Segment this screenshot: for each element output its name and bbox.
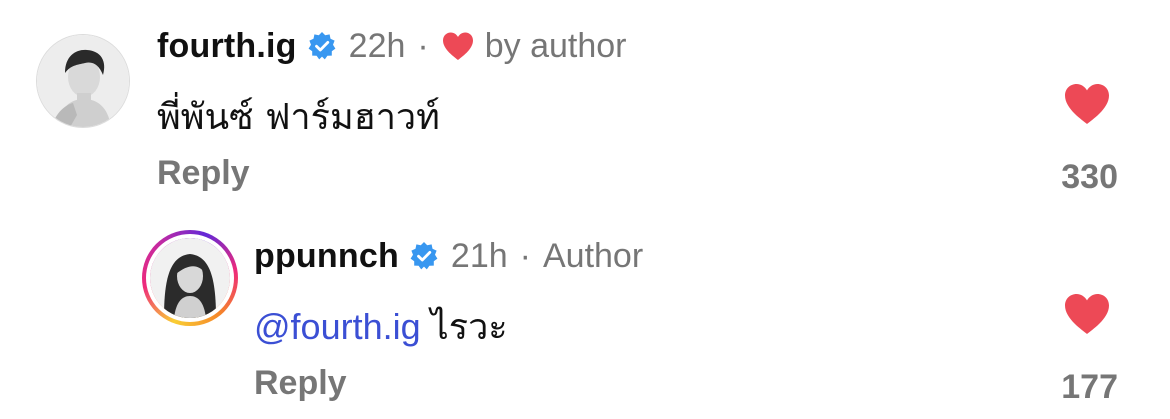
reply-button[interactable]: Reply	[254, 364, 347, 403]
timestamp: 22h	[348, 26, 406, 65]
verified-badge-icon	[409, 241, 439, 271]
verified-badge-icon	[307, 31, 337, 61]
comment-text: พี่พันซ์ ฟาร์มฮาวท์	[157, 97, 440, 138]
comment-header: ppunnch 21h · Author	[254, 234, 643, 278]
username[interactable]: ppunnch	[254, 237, 399, 276]
mention-link[interactable]: @fourth.ig	[254, 306, 421, 347]
reply-button[interactable]: Reply	[157, 154, 250, 193]
like-heart-icon[interactable]	[1062, 82, 1112, 126]
like-count[interactable]: 330	[998, 158, 1118, 197]
avatar-fourth-ig[interactable]	[36, 34, 130, 128]
username[interactable]: fourth.ig	[157, 27, 297, 66]
separator-dot: ·	[417, 26, 429, 65]
comment-body: ไรวะ	[430, 307, 508, 348]
comment-text: @fourth.ig ไรวะ	[254, 298, 508, 355]
like-count[interactable]: 177	[998, 368, 1118, 407]
red-heart-icon	[441, 31, 475, 61]
avatar-ppunnch[interactable]	[146, 234, 234, 322]
author-label: Author	[542, 236, 644, 275]
like-heart-icon[interactable]	[1062, 292, 1112, 336]
comment-header: fourth.ig 22h · by author	[157, 24, 626, 68]
separator-dot: ·	[519, 236, 531, 275]
by-author-label: by author	[484, 26, 627, 65]
timestamp: 21h	[450, 236, 508, 275]
